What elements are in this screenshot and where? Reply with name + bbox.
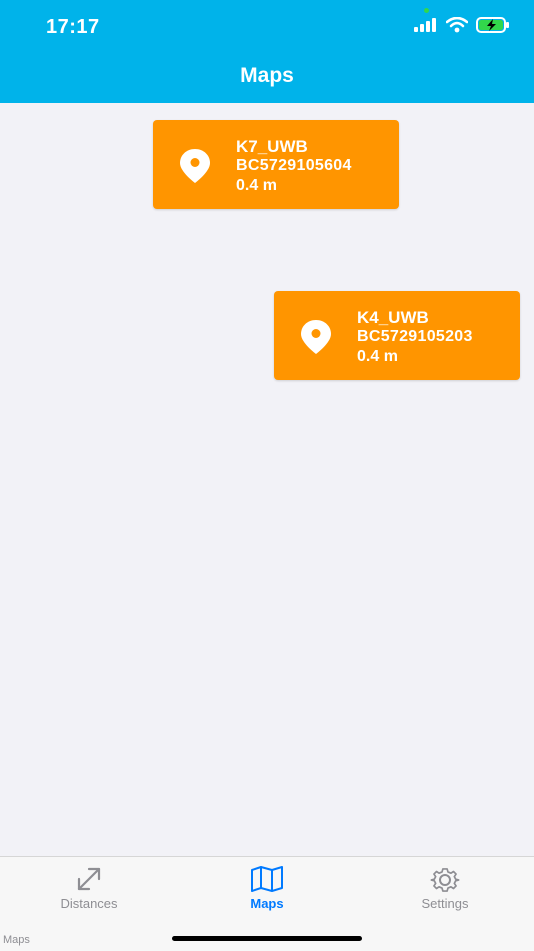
footer-label: Maps bbox=[3, 934, 30, 946]
tab-label: Distances bbox=[60, 896, 118, 911]
device-serial: BC5729105203 bbox=[357, 328, 473, 345]
tab-distances[interactable]: Distances bbox=[0, 857, 178, 917]
wifi-icon bbox=[446, 17, 468, 33]
device-card-k4[interactable]: K4_UWB BC5729105203 0.4 m bbox=[274, 291, 520, 380]
gear-icon bbox=[430, 868, 460, 892]
home-indicator[interactable] bbox=[172, 936, 362, 941]
status-icons bbox=[414, 17, 510, 33]
privacy-indicator bbox=[424, 8, 429, 13]
status-time: 17:17 bbox=[46, 16, 100, 38]
page-title: Maps bbox=[240, 64, 294, 87]
cellular-signal-icon bbox=[414, 18, 436, 32]
battery-charging-icon bbox=[476, 17, 509, 33]
app-header: 17:17 Maps bbox=[0, 0, 534, 103]
tab-settings[interactable]: Settings bbox=[356, 857, 534, 917]
device-name: K7_UWB bbox=[236, 137, 308, 156]
device-name: K4_UWB bbox=[357, 308, 429, 327]
tab-label: Maps bbox=[250, 896, 284, 911]
device-distance: 0.4 m bbox=[236, 177, 277, 194]
map-icon bbox=[251, 866, 283, 892]
device-serial: BC5729105604 bbox=[236, 157, 352, 174]
device-card-k7[interactable]: K7_UWB BC5729105604 0.4 m bbox=[153, 120, 399, 209]
tab-label: Settings bbox=[421, 896, 469, 911]
tab-maps[interactable]: Maps bbox=[178, 857, 356, 917]
distance-arrows-icon bbox=[77, 867, 101, 891]
location-pin-icon bbox=[180, 149, 210, 183]
device-distance: 0.4 m bbox=[357, 348, 398, 365]
location-pin-icon bbox=[301, 320, 331, 354]
